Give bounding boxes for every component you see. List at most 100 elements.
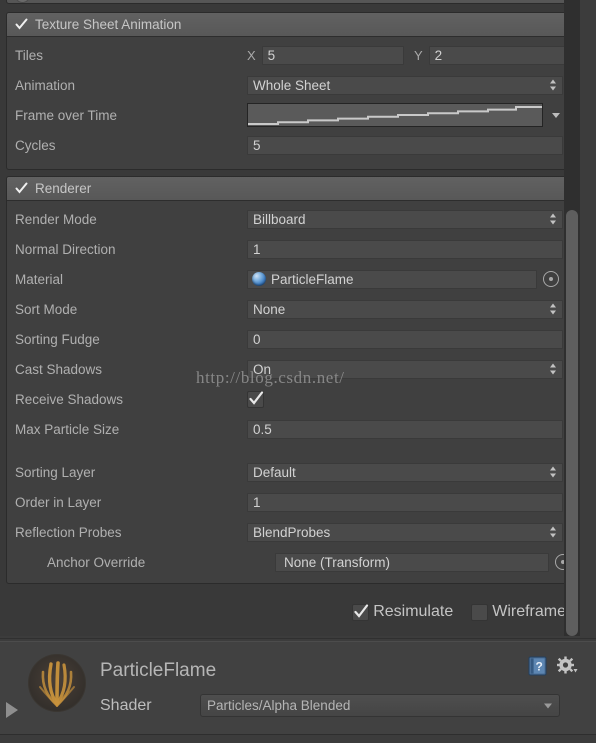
object-picker-icon[interactable] [543,271,559,287]
axis-label-x: X [247,47,256,63]
curve-preset-dropdown-icon[interactable] [552,112,560,118]
svg-text:?: ? [536,659,543,673]
checkmark-icon[interactable] [15,182,28,195]
shader-label: Shader [100,697,152,714]
cast-shadows-value: On [253,361,272,377]
flame-material-preview [28,654,86,712]
foldout-triangle-icon[interactable] [6,702,18,718]
sorting-layer-value: Default [253,464,296,480]
tiles-x-input[interactable]: 5 [261,45,404,65]
gear-icon[interactable] [556,656,578,676]
sorting-layer-dropdown[interactable]: Default [247,462,563,482]
vertical-scrollbar-thumb[interactable] [566,210,578,636]
material-name: ParticleFlame [100,660,217,681]
row-max-particle-size: Max Particle Size 0.5 [7,414,571,444]
vertical-scrollbar-track[interactable] [564,0,580,636]
wireframe-toggle[interactable]: Wireframe [471,603,566,621]
shader-dropdown[interactable]: Particles/Alpha Blended [200,694,560,717]
row-receive-shadows: Receive Shadows [7,384,571,414]
receive-shadows-checkbox[interactable] [247,390,264,408]
inspector-scroll-area: Sub Emitters Texture Sheet Animation Til… [0,0,580,636]
section-texture-sheet-animation: Texture Sheet Animation Tiles X 5 Y 2 An… [6,12,572,170]
material-object-field[interactable]: ParticleFlame [247,269,537,289]
reflection-probes-value: BlendProbes [253,524,331,540]
chevron-updown-icon [550,466,557,478]
animation-dropdown[interactable]: Whole Sheet [247,75,563,95]
unity-inspector-window: Sub Emitters Texture Sheet Animation Til… [0,0,596,743]
checkmark-icon [249,390,264,405]
frame-over-time-curve-field[interactable] [247,103,543,127]
checkmark-icon [354,603,369,618]
axis-label-y: Y [414,47,423,63]
row-anchor-override: Anchor Override None (Transform) [7,547,571,577]
resimulate-checkbox[interactable] [352,603,370,621]
help-book-icon[interactable]: ? [528,656,548,676]
sub-emitters-toggle-icon[interactable] [15,0,30,3]
section-header-renderer[interactable]: Renderer [7,177,571,201]
row-label-sort-mode: Sort Mode [15,301,78,317]
row-label-tiles: Tiles [15,47,44,63]
section-title-partial: Sub Emitters [37,0,114,3]
resimulate-toggle[interactable]: Resimulate [352,603,453,621]
sort-mode-dropdown[interactable]: None [247,299,563,319]
tiles-y-input[interactable]: 2 [428,45,571,65]
preview-options-bar: Resimulate Wireframe [0,592,580,632]
row-material: Material ParticleFlame [7,264,571,294]
row-spacer [7,444,571,457]
section-rows: Render Mode Billboard Normal Direction 1… [7,201,571,581]
cycles-input[interactable]: 5 [247,135,563,155]
row-label-material: Material [15,271,64,287]
section-header-sub-emitters-partial[interactable]: Sub Emitters [6,0,572,4]
chevron-updown-icon [550,303,557,315]
normal-direction-input[interactable]: 1 [247,239,563,259]
row-frame-over-time: Frame over Time [7,100,571,130]
row-render-mode: Render Mode Billboard [7,204,571,234]
order-in-layer-input[interactable]: 1 [247,492,563,512]
section-header-texture-sheet-animation[interactable]: Texture Sheet Animation [7,13,571,37]
wireframe-checkbox[interactable] [471,603,489,621]
max-particle-size-input[interactable]: 0.5 [247,419,563,439]
row-order-in-layer: Order in Layer 1 [7,487,571,517]
section-renderer: Renderer Render Mode Billboard Normal Di… [6,176,572,584]
shader-dropdown-value: Particles/Alpha Blended [207,698,351,713]
render-mode-value: Billboard [253,211,306,227]
material-value: ParticleFlame [271,271,354,287]
chevron-updown-icon [550,213,557,225]
chevron-updown-icon [550,79,557,91]
resimulate-label: Resimulate [373,603,454,620]
row-label-sorting-layer: Sorting Layer [15,464,96,480]
render-mode-dropdown[interactable]: Billboard [247,209,563,229]
flame-preview-icon [29,655,85,711]
row-sorting-fudge: Sorting Fudge 0 [7,324,571,354]
row-label-normal-direction: Normal Direction [15,241,116,257]
anchor-override-value: None (Transform) [284,554,391,570]
section-title: Texture Sheet Animation [35,16,182,32]
section-rows: Tiles X 5 Y 2 Animation Whole Sheet Fram… [7,37,571,164]
row-label-sorting-fudge: Sorting Fudge [15,331,100,347]
row-label-cycles: Cycles [15,137,56,153]
row-cycles: Cycles 5 [7,130,571,160]
anchor-override-object-field[interactable]: None (Transform) [275,552,549,572]
row-tiles: Tiles X 5 Y 2 [7,40,571,70]
animation-dropdown-value: Whole Sheet [253,77,331,93]
reflection-probes-dropdown[interactable]: BlendProbes [247,522,563,542]
row-animation: Animation Whole Sheet [7,70,571,100]
chevron-down-icon [544,703,552,708]
row-label-order-in-layer: Order in Layer [15,494,102,510]
sorting-fudge-input[interactable]: 0 [247,329,563,349]
row-label-receive-shadows: Receive Shadows [15,391,124,407]
material-header-bar: ParticleFlame Shader Particles/Alpha Ble… [0,641,596,735]
row-sort-mode: Sort Mode None [7,294,571,324]
row-label-frame-over-time: Frame over Time [15,107,118,123]
chevron-updown-icon [550,526,557,538]
section-title: Renderer [35,180,92,196]
chevron-updown-icon [550,363,557,375]
row-label-max-particle-size: Max Particle Size [15,421,120,437]
wireframe-label: Wireframe [492,603,566,620]
cast-shadows-dropdown[interactable]: On [247,359,563,379]
material-preview-footer: ParticleFlame Shader Particles/Alpha Ble… [0,638,596,743]
row-label-reflection-probes: Reflection Probes [15,524,122,540]
sort-mode-value: None [253,301,286,317]
row-label-anchor-override: Anchor Override [47,554,146,570]
checkmark-icon[interactable] [15,18,28,31]
